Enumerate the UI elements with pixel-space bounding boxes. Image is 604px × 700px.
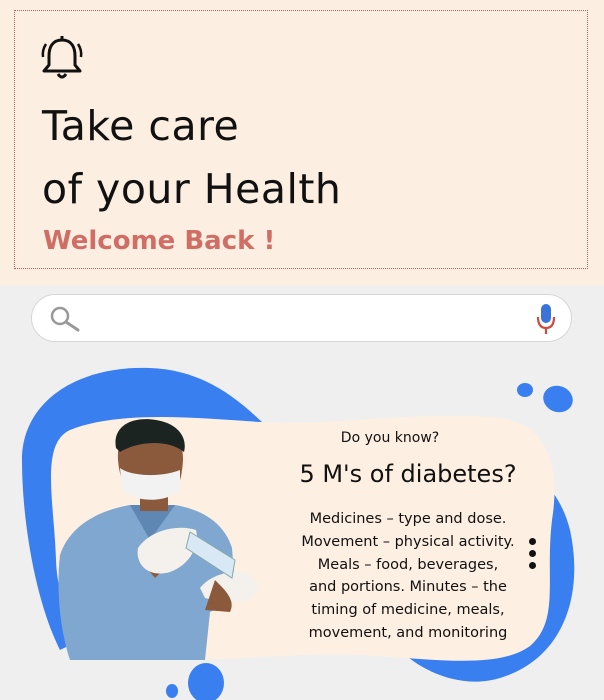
card-kicker: Do you know? <box>340 430 440 446</box>
blue-dot-bottom-small <box>166 684 178 698</box>
more-dot <box>529 550 536 557</box>
blue-dot-small <box>517 383 533 397</box>
more-dot <box>529 562 536 569</box>
more-dot <box>529 538 536 545</box>
blue-dot-bottom <box>188 663 224 700</box>
blue-dot-large <box>543 385 573 413</box>
more-vertical-icon[interactable] <box>528 538 538 572</box>
card-body: Medicines – type and dose. Movement – ph… <box>301 511 515 641</box>
card-title: 5 M's of diabetes? <box>299 460 517 488</box>
